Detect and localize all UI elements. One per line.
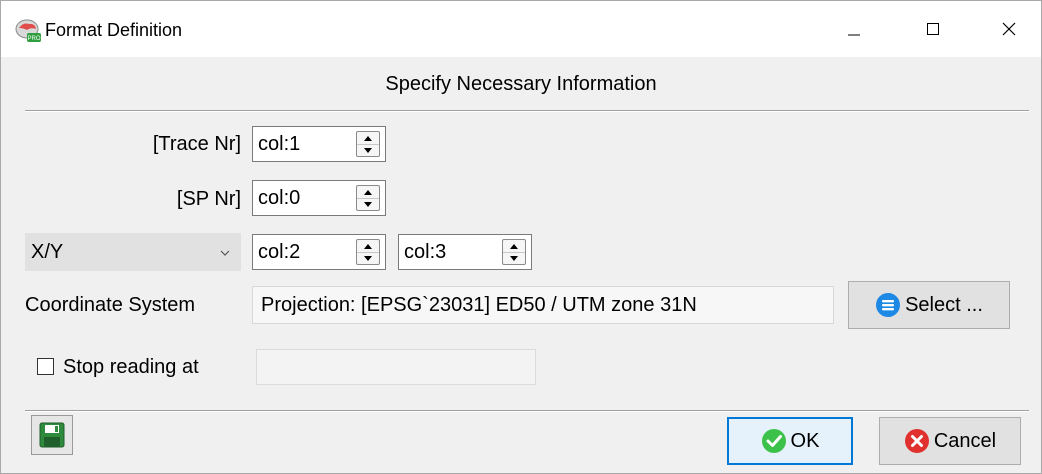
stop-reading-checkbox[interactable] [37,358,54,375]
top-divider [25,110,1029,112]
select-button-label: Select ... [905,293,983,316]
bottom-divider [25,410,1029,412]
sp-nr-value: col:0 [258,187,301,209]
decrement-arrow-icon[interactable] [357,144,379,156]
x-column-value: col:2 [258,241,301,263]
dialog-heading: Specify Necessary Information [385,73,657,95]
svg-text:PRO: PRO [27,36,40,42]
maximize-icon [927,23,939,35]
trace-nr-stepper[interactable] [356,131,380,157]
coordinate-system-label: Coordinate System [25,294,196,316]
y-column-stepper[interactable] [502,239,526,265]
coordinate-type-dropdown[interactable]: X/Y [25,233,241,271]
coordinate-type-value: X/Y [31,241,64,263]
y-column-value: col:3 [404,241,447,263]
pro-app-icon: PRO [15,19,41,42]
maximize-button[interactable] [903,1,963,57]
close-button[interactable] [979,1,1039,57]
stop-reading-input [256,349,536,385]
title-bar: PRO Format Definition [1,1,1041,57]
save-button[interactable] [31,415,73,455]
floppy-disk-icon [39,422,65,448]
ok-button[interactable]: OK [727,417,853,465]
cancel-button-label: Cancel [933,429,997,452]
x-column-spinbox[interactable]: col:2 [252,234,386,270]
coordinate-system-value: Projection: [EPSG`23031] ED50 / UTM zone… [261,294,697,316]
decrement-arrow-icon[interactable] [357,198,379,210]
trace-nr-spinbox[interactable]: col:1 [252,126,386,162]
cancel-button[interactable]: Cancel [879,417,1021,465]
stop-reading-label: Stop reading at [63,356,199,378]
select-projection-button[interactable]: Select ... [848,281,1010,329]
cancel-x-icon [904,428,930,454]
chevron-down-icon [220,250,230,256]
sp-nr-spinbox[interactable]: col:0 [252,180,386,216]
window-title: Format Definition [45,20,183,40]
sp-nr-label: [SP Nr] [176,188,241,210]
trace-nr-label: [Trace Nr] [152,133,241,155]
minimize-button[interactable] [824,1,884,57]
x-column-stepper[interactable] [356,239,380,265]
list-icon [875,292,901,318]
checkmark-icon [761,428,787,454]
ok-button-label: OK [790,429,820,452]
format-definition-dialog: PRO Format Definition Specify Necessary … [0,0,1042,474]
decrement-arrow-icon[interactable] [357,252,379,264]
decrement-arrow-icon[interactable] [503,252,525,264]
trace-nr-value: col:1 [258,133,301,155]
coordinate-system-field: Projection: [EPSG`23031] ED50 / UTM zone… [252,286,834,324]
close-icon [1002,22,1016,36]
minimize-icon [848,34,860,36]
sp-nr-stepper[interactable] [356,185,380,211]
y-column-spinbox[interactable]: col:3 [398,234,532,270]
